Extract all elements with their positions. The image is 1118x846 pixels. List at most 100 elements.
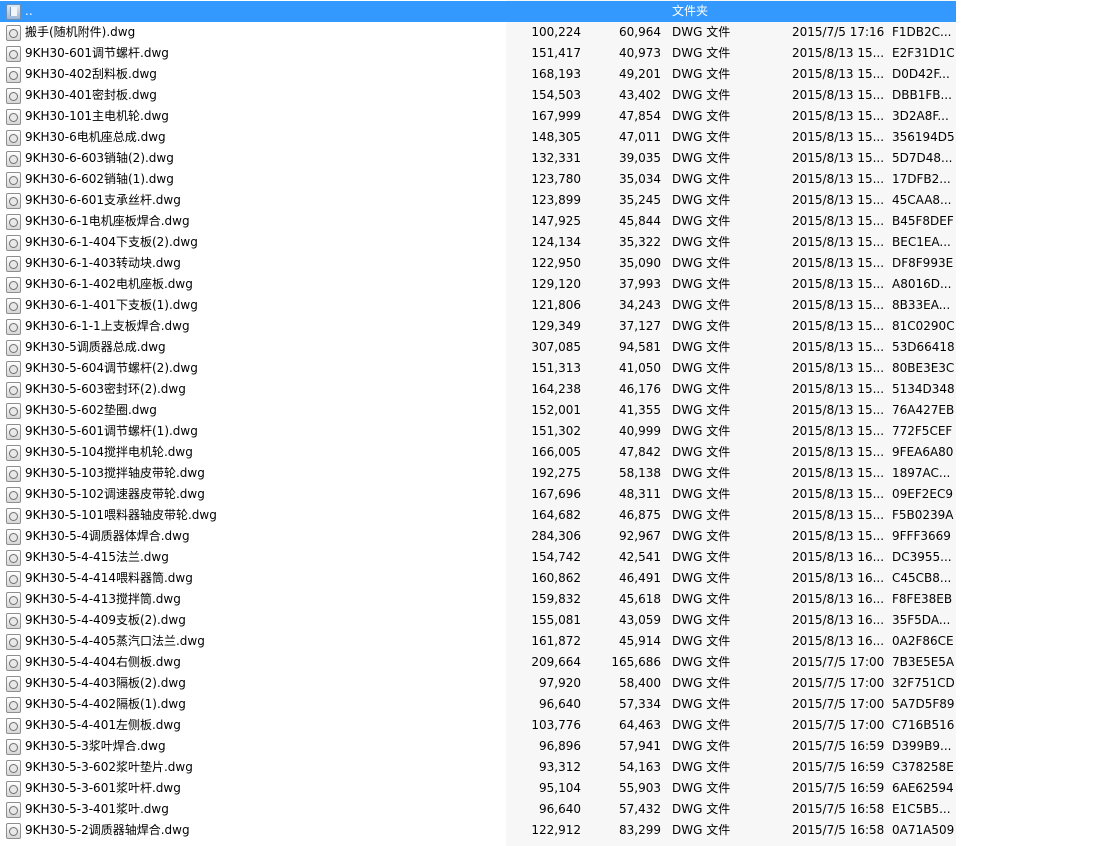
file-modified: 2015/8/13 15... xyxy=(792,172,885,186)
file-crc: DF8F993E xyxy=(892,256,954,270)
file-row[interactable]: 9KH30-5-4-409支板(2).dwg 155,081 43,059 DWG 文… xyxy=(0,610,956,631)
file-row[interactable]: 9KH30-5-4-403隔板(2).dwg 97,920 58,400 DWG 文件… xyxy=(0,673,956,694)
file-packed-size: 45,914 xyxy=(619,634,661,648)
file-type: DWG 文件 xyxy=(672,634,731,648)
file-name: 9KH30-5-4-401左侧板.dwg xyxy=(25,718,181,732)
dwg-file-icon xyxy=(6,547,22,568)
file-modified: 2015/7/5 17:00 xyxy=(792,718,885,732)
file-crc: 9FEA6A80 xyxy=(892,445,954,459)
file-name: 9KH30-5-3浆叶焊合.dwg xyxy=(25,739,166,753)
file-type: DWG 文件 xyxy=(672,88,731,102)
file-type: DWG 文件 xyxy=(672,319,731,333)
dwg-file-icon xyxy=(6,232,22,253)
file-list[interactable]: .. 文件夹 搬手(随机附件).dwg 100,224 60,964 DWG 文件 20… xyxy=(0,0,956,846)
file-row[interactable]: 9KH30-402刮料板.dwg 168,193 49,201 DWG 文件 2015/… xyxy=(0,64,956,85)
file-row[interactable]: 9KH30-5-102调速器皮带轮.dwg 167,696 48,311 DWG 文件… xyxy=(0,484,956,505)
file-row[interactable]: 9KH30-6-602销轴(1).dwg 123,780 35,034 DWG 文件 2… xyxy=(0,169,956,190)
file-row[interactable]: 9KH30-6-1-402电机座板.dwg 129,120 37,993 DWG 文件… xyxy=(0,274,956,295)
file-packed-size: 46,176 xyxy=(619,382,661,396)
file-row[interactable]: 9KH30-401密封板.dwg 154,503 43,402 DWG 文件 2015/… xyxy=(0,85,956,106)
file-crc: B45F8DEF xyxy=(892,214,954,228)
file-modified: 2015/8/13 15... xyxy=(792,340,885,354)
file-crc: 76A427EB xyxy=(892,403,954,417)
dwg-file-icon xyxy=(6,442,22,463)
file-modified: 2015/8/13 15... xyxy=(792,529,885,543)
file-crc: C45CB8... xyxy=(892,571,952,585)
file-row[interactable]: 9KH30-5-4-404右侧板.dwg 209,664 165,686 DWG 文件… xyxy=(0,652,956,673)
file-row[interactable]: 9KH30-6-1-403转动块.dwg 122,950 35,090 DWG 文件 2… xyxy=(0,253,956,274)
file-modified: 2015/8/13 15... xyxy=(792,193,885,207)
file-packed-size: 55,903 xyxy=(619,781,661,795)
file-row[interactable]: 9KH30-6-601支承丝杆.dwg 123,899 35,245 DWG 文件 20… xyxy=(0,190,956,211)
file-size: 124,134 xyxy=(531,235,581,249)
file-size: 154,503 xyxy=(531,88,581,102)
file-size: 122,912 xyxy=(531,823,581,837)
file-size: 103,776 xyxy=(531,718,581,732)
file-row[interactable]: 搬手(随机附件).dwg 100,224 60,964 DWG 文件 2015/7/5 … xyxy=(0,22,956,43)
file-modified: 2015/8/13 15... xyxy=(792,382,885,396)
file-row[interactable]: 9KH30-5-4-414喂料器筒.dwg 160,862 46,491 DWG 文件… xyxy=(0,568,956,589)
file-type: DWG 文件 xyxy=(672,592,731,606)
file-name: 9KH30-5-4-405蒸汽口法兰.dwg xyxy=(25,634,205,648)
file-size: 151,302 xyxy=(531,424,581,438)
file-size: 100,224 xyxy=(531,25,581,39)
file-row[interactable]: 9KH30-6-1-1上支板焊合.dwg 129,349 37,127 DWG 文件 2… xyxy=(0,316,956,337)
file-row[interactable]: 9KH30-5-601调节螺杆(1).dwg 151,302 40,999 DWG 文… xyxy=(0,421,956,442)
file-size: 167,999 xyxy=(531,109,581,123)
file-crc: DC3955... xyxy=(892,550,952,564)
file-row[interactable]: 9KH30-5-3浆叶焊合.dwg 96,896 57,941 DWG 文件 2015/… xyxy=(0,736,956,757)
file-row[interactable]: 9KH30-5-104搅拌电机轮.dwg 166,005 47,842 DWG 文件 2… xyxy=(0,442,956,463)
file-row[interactable]: 9KH30-5-3-601浆叶杆.dwg 95,104 55,903 DWG 文件 20… xyxy=(0,778,956,799)
file-row[interactable]: 9KH30-5-4调质器体焊合.dwg 284,306 92,967 DWG 文件 20… xyxy=(0,526,956,547)
file-row[interactable]: 9KH30-5-103搅拌轴皮带轮.dwg 192,275 58,138 DWG 文件… xyxy=(0,463,956,484)
file-row[interactable]: 9KH30-5调质器总成.dwg 307,085 94,581 DWG 文件 2015/… xyxy=(0,337,956,358)
file-packed-size: 39,035 xyxy=(619,151,661,165)
file-row[interactable]: 9KH30-6电机座总成.dwg 148,305 47,011 DWG 文件 2015/… xyxy=(0,127,956,148)
file-crc: 8B33EA... xyxy=(892,298,951,312)
file-modified: 2015/8/13 15... xyxy=(792,361,885,375)
dwg-file-icon xyxy=(6,778,22,799)
file-row[interactable]: 9KH30-5-3-602浆叶垫片.dwg 93,312 54,163 DWG 文件 2… xyxy=(0,757,956,778)
file-type: DWG 文件 xyxy=(672,445,731,459)
file-row[interactable]: 9KH30-5-3-401浆叶.dwg 96,640 57,432 DWG 文件 201… xyxy=(0,799,956,820)
file-name: 9KH30-6-1-404下支板(2).dwg xyxy=(25,235,198,249)
file-row[interactable]: 9KH30-5-4-402隔板(1).dwg 96,640 57,334 DWG 文件… xyxy=(0,694,956,715)
file-row[interactable]: 9KH30-5-4-415法兰.dwg 154,742 42,541 DWG 文件 20… xyxy=(0,547,956,568)
file-crc: DBB1FB... xyxy=(892,88,952,102)
file-type: DWG 文件 xyxy=(672,571,731,585)
file-size: 132,331 xyxy=(531,151,581,165)
file-row[interactable]: 9KH30-5-4-413搅拌筒.dwg 159,832 45,618 DWG 文件 2… xyxy=(0,589,956,610)
file-packed-size: 46,875 xyxy=(619,508,661,522)
file-row[interactable]: 9KH30-5-2调质器轴焊合.dwg 122,912 83,299 DWG 文件 20… xyxy=(0,820,956,841)
file-name: 9KH30-5-3-601浆叶杆.dwg xyxy=(25,781,181,795)
file-modified: 2015/8/13 15... xyxy=(792,298,885,312)
file-row[interactable]: 9KH30-6-1-401下支板(1).dwg 121,806 34,243 DWG … xyxy=(0,295,956,316)
file-modified: 2015/7/5 17:00 xyxy=(792,697,885,711)
file-crc: 32F751CD xyxy=(892,676,954,690)
file-row[interactable]: 9KH30-5-4-401左侧板.dwg 103,776 64,463 DWG 文件 2… xyxy=(0,715,956,736)
dwg-file-icon xyxy=(6,526,22,547)
file-row[interactable]: 9KH30-6-1-404下支板(2).dwg 124,134 35,322 DWG … xyxy=(0,232,956,253)
file-row[interactable]: 9KH30-5-602垫圈.dwg 152,001 41,355 DWG 文件 2015… xyxy=(0,400,956,421)
dwg-file-icon xyxy=(6,820,22,841)
file-crc: 1897AC... xyxy=(892,466,951,480)
file-row[interactable]: 9KH30-6-1电机座板焊合.dwg 147,925 45,844 DWG 文件 20… xyxy=(0,211,956,232)
file-row[interactable]: 9KH30-5-101喂料器轴皮带轮.dwg 164,682 46,875 DWG 文… xyxy=(0,505,956,526)
file-size: 147,925 xyxy=(531,214,581,228)
file-type: DWG 文件 xyxy=(672,676,731,690)
file-size: 167,696 xyxy=(531,487,581,501)
file-row[interactable]: 9KH30-101主电机轮.dwg 167,999 47,854 DWG 文件 2015… xyxy=(0,106,956,127)
file-row[interactable]: 9KH30-5-603密封环(2).dwg 164,238 46,176 DWG 文件… xyxy=(0,379,956,400)
file-name: 9KH30-6电机座总成.dwg xyxy=(25,130,166,144)
parent-folder-row[interactable]: .. 文件夹 xyxy=(0,1,956,22)
file-packed-size: 37,127 xyxy=(619,319,661,333)
file-modified: 2015/8/13 15... xyxy=(792,67,885,81)
file-type: DWG 文件 xyxy=(672,718,731,732)
file-row[interactable]: 9KH30-601调节螺杆.dwg 151,417 40,973 DWG 文件 2015… xyxy=(0,43,956,64)
dwg-file-icon xyxy=(6,148,22,169)
file-row[interactable]: 9KH30-6-603销轴(2).dwg 132,331 39,035 DWG 文件 2… xyxy=(0,148,956,169)
file-name: 9KH30-5-3-602浆叶垫片.dwg xyxy=(25,760,193,774)
file-row[interactable]: 9KH30-5-4-405蒸汽口法兰.dwg 161,872 45,914 DWG 文… xyxy=(0,631,956,652)
folder-up-icon xyxy=(6,1,22,22)
file-row[interactable]: 9KH30-5-604调节螺杆(2).dwg 151,313 41,050 DWG 文… xyxy=(0,358,956,379)
